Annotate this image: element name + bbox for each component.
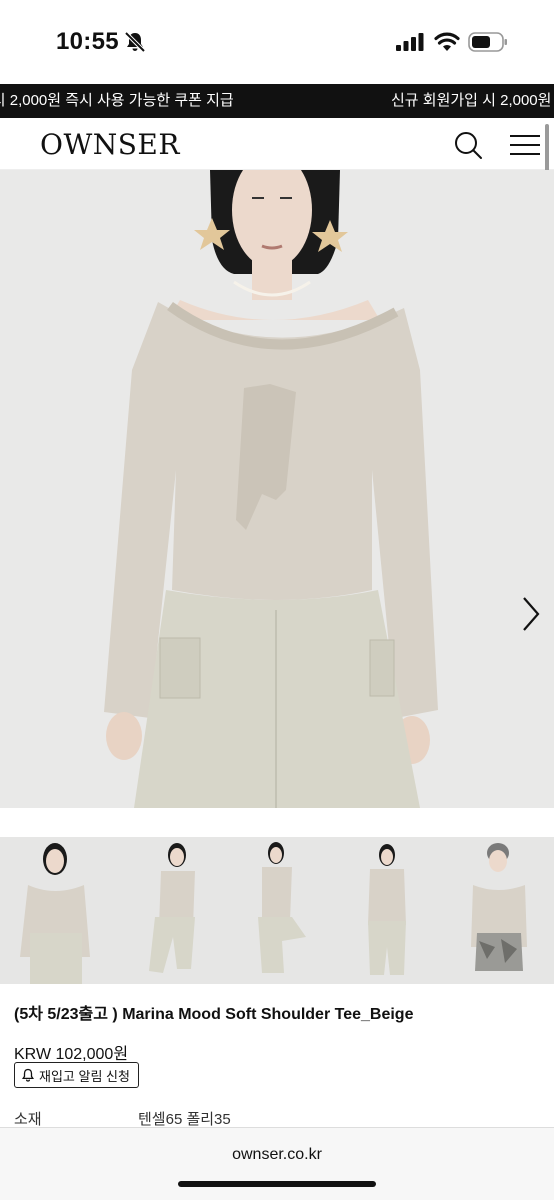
- thumbnail-5[interactable]: [443, 837, 554, 984]
- thumbnail-image: [20, 843, 90, 984]
- home-indicator[interactable]: [178, 1181, 376, 1187]
- bell-slash-icon: [124, 31, 146, 53]
- thumbnail-4[interactable]: [332, 837, 444, 984]
- status-bar: 10:55: [0, 0, 554, 84]
- site-logo[interactable]: OWNSER: [40, 128, 180, 161]
- restock-alert-button[interactable]: 재입고 알림 신청: [14, 1062, 139, 1088]
- promo-banner[interactable]: 가입 시 2,000원 즉시 사용 가능한 쿠폰 지급 신규 회원가입 시 2,…: [0, 84, 554, 118]
- site-header: OWNSER: [0, 118, 554, 170]
- signal-icon: [396, 33, 424, 51]
- thumbnail-image: [148, 843, 195, 973]
- model-photo: [104, 170, 438, 808]
- url-text[interactable]: ownser.co.kr: [0, 1146, 554, 1164]
- status-time: 10:55: [56, 28, 119, 55]
- search-icon[interactable]: [452, 129, 484, 161]
- thumbnail-image: [471, 843, 528, 971]
- thumbnail-strip: [0, 837, 554, 984]
- restock-button-label: 재입고 알림 신청: [39, 1068, 130, 1084]
- product-title: (5차 5/23출고 ) Marina Mood Soft Shoulder T…: [14, 1006, 414, 1023]
- wifi-icon: [434, 32, 460, 51]
- product-page: 10:55 가입 시 2,000원 즉시 사용 가능한 쿠폰 지급 신규 회원가…: [0, 0, 554, 1200]
- material-value: 텐셀65 폴리35: [138, 1111, 231, 1128]
- chevron-right-icon[interactable]: [516, 594, 546, 634]
- battery-icon: [468, 32, 507, 52]
- banner-text-repeat: 신규 회원가입 시 2,000원 즉: [391, 92, 554, 109]
- thumbnail-3[interactable]: [221, 837, 333, 984]
- thumbnail-image: [257, 842, 306, 973]
- thumbnail-image: [368, 844, 407, 975]
- product-main-image[interactable]: [0, 170, 554, 808]
- browser-url-bar[interactable]: ownser.co.kr: [0, 1127, 554, 1200]
- thumbnail-1[interactable]: [0, 837, 111, 984]
- bell-icon: [22, 1068, 34, 1082]
- material-label: 소재: [14, 1111, 42, 1128]
- banner-text: 가입 시 2,000원 즉시 사용 가능한 쿠폰 지급: [0, 92, 234, 109]
- product-price: KRW 102,000원: [14, 1046, 129, 1063]
- thumbnail-2[interactable]: [110, 837, 222, 984]
- hamburger-menu-icon[interactable]: [508, 131, 542, 159]
